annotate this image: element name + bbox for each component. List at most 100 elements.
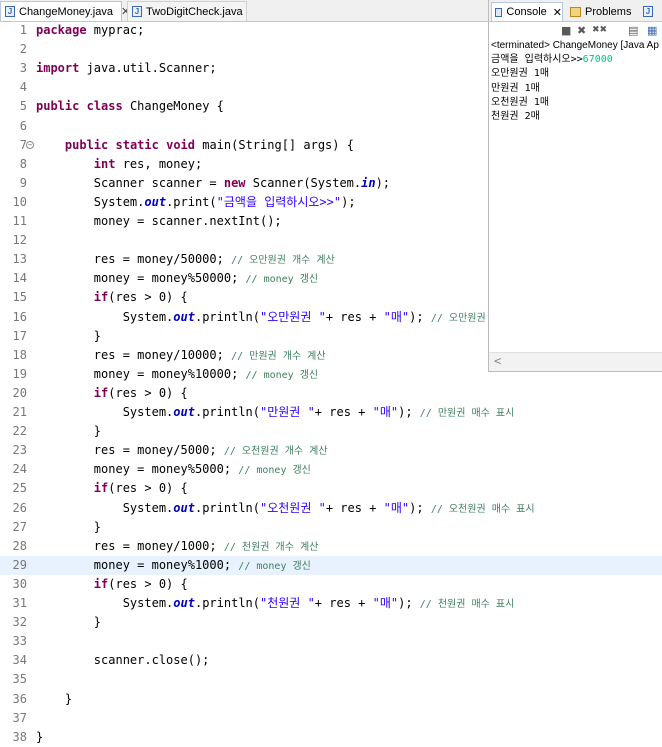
code-text: money = money%1000; // money 갱신 [36,557,311,572]
line-number: 21 [12,405,27,419]
remove-launch-icon[interactable]: ✖ [577,24,586,37]
javadoc-icon: J [643,6,653,17]
line-number: 15 [12,290,27,305]
line-number: 10 [12,194,27,209]
line-number: 29 [12,557,27,572]
line-number: 18 [12,347,27,362]
code-text: money = money%50000; // money 갱신 [36,271,319,286]
code-text: System.out.print("금액을 입력하시오>>"); [36,194,356,209]
code-text: res = money/10000; // 만원권 개수 계산 [36,347,326,362]
code-line[interactable]: 22 } [0,422,662,441]
code-text: package myprac; [36,23,145,37]
line-number: 28 [12,538,27,553]
line-number: 13 [12,252,27,267]
tab-changemoney-java[interactable]: J ChangeMoney.java ✕ [0,1,130,21]
code-text: System.out.println("오만원권 "+ res + "매"); … [36,309,511,324]
line-number: 16 [12,309,27,324]
line-number: 34 [12,653,27,668]
code-text: System.out.println("만원권 "+ res + "매"); /… [36,405,515,419]
code-text: res = money/5000; // 오천원권 개수 계산 [36,443,328,458]
tab-javadoc[interactable]: J [641,2,661,21]
code-line[interactable]: 30 if(res > 0) { [0,575,662,594]
line-number: 30 [12,576,27,591]
code-text: if(res > 0) { [93,290,188,305]
tab-problems[interactable]: Problems [567,2,637,21]
code-line[interactable]: 24 money = money%5000; // money 갱신 [0,460,662,479]
code-line[interactable]: 21 System.out.println("만원권 "+ res + "매")… [0,403,662,422]
console-view: Console ✕ Problems J ■ ✖ ✖✖ ▤ ▦ <termina… [488,0,662,372]
code-text: money = money%5000; // money 갱신 [36,462,311,477]
code-line[interactable]: 29 money = money%1000; // money 갱신 [0,555,662,575]
problems-icon [570,6,581,17]
fold-toggle-icon[interactable]: − [26,140,34,149]
code-line[interactable]: 23 res = money/5000; // 오천원권 개수 계산 [0,441,662,460]
console-output-line: 오만원권 1매 [491,68,550,79]
editor-tab-bar: J ChangeMoney.java ✕ J TwoDigitCheck.jav… [0,0,488,22]
line-number: 38 [12,729,27,744]
code-text: import java.util.Scanner; [36,61,217,76]
line-number: 36 [12,691,27,706]
close-console-icon[interactable]: ✕ [553,6,562,19]
code-text: if(res > 0) { [93,385,188,400]
line-number: 2 [19,42,27,57]
line-number: 35 [12,672,27,687]
line-number: 5 [19,99,27,114]
code-line[interactable]: 35 [0,670,662,689]
line-number: 24 [12,462,27,477]
terminated-status: <terminated> ChangeMoney [Java Ap [491,40,659,51]
code-line[interactable]: 37 [0,709,662,728]
line-number: 32 [12,615,27,630]
java-file-icon: J [5,6,15,17]
line-number: 4 [19,80,27,95]
tab-twodigitcheck-java[interactable]: J TwoDigitCheck.java [127,1,247,21]
console-tab-label: Console [506,6,547,18]
code-text: if(res > 0) { [93,481,188,496]
line-number: 11 [12,214,27,228]
code-text: Scanner scanner = new Scanner(System.in)… [36,175,391,190]
code-line[interactable]: 33 [0,632,662,651]
line-number: 1 [19,23,27,37]
console-toolbar: ■ ✖ ✖✖ ▤ ▦ [489,23,662,39]
line-number: 8 [19,156,27,171]
line-number: 6 [19,118,27,133]
tab-console[interactable]: Console ✕ [491,2,563,21]
copy-icon[interactable]: ▤ [628,24,638,37]
line-number: 12 [12,233,27,248]
code-line[interactable]: 20 if(res > 0) { [0,384,662,403]
line-number: 25 [12,481,27,496]
code-line[interactable]: 31 System.out.println("천원권 "+ res + "매")… [0,594,662,613]
terminate-icon[interactable]: ■ [561,24,571,37]
console-horizontal-scrollbar[interactable]: < [489,352,662,371]
code-text: } [36,729,44,744]
code-line[interactable]: 32 } [0,613,662,632]
tab-label: TwoDigitCheck.java [146,5,243,18]
code-text: System.out.println("오천원권 "+ res + "매"); … [36,500,535,515]
code-line[interactable]: 26 System.out.println("오천원권 "+ res + "매"… [0,499,662,518]
console-tab-bar: Console ✕ Problems J [489,0,662,22]
code-text: scanner.close(); [36,653,210,668]
line-number: 31 [12,596,27,610]
code-text: } [36,615,102,630]
scroll-left-arrow-icon[interactable]: < [494,354,501,368]
line-number: 14 [12,271,27,286]
code-line[interactable]: 36 } [0,690,662,709]
line-number: 3 [19,61,27,76]
java-file-icon: J [132,6,142,17]
code-line[interactable]: 27 } [0,518,662,537]
line-number: 7 [19,137,27,152]
code-line[interactable]: 28 res = money/1000; // 천원권 개수 계산 [0,537,662,556]
code-line[interactable]: 25 if(res > 0) { [0,479,662,498]
scroll-lock-icon[interactable]: ▦ [647,24,657,37]
line-number: 37 [12,710,27,725]
code-text: money = money%10000; // money 갱신 [36,366,319,381]
remove-all-icon[interactable]: ✖✖ [592,24,607,37]
code-text: if(res > 0) { [93,576,188,591]
console-output-line: 천원권 2매 [491,111,540,122]
line-number: 27 [12,519,27,534]
console-icon [495,7,503,17]
code-text: res = money/1000; // 천원권 개수 계산 [36,538,319,553]
code-line[interactable]: 38} [0,728,662,747]
line-number: 9 [19,175,27,190]
code-text: res = money/50000; // 오만원권 개수 계산 [36,252,335,267]
code-line[interactable]: 34 scanner.close(); [0,651,662,670]
